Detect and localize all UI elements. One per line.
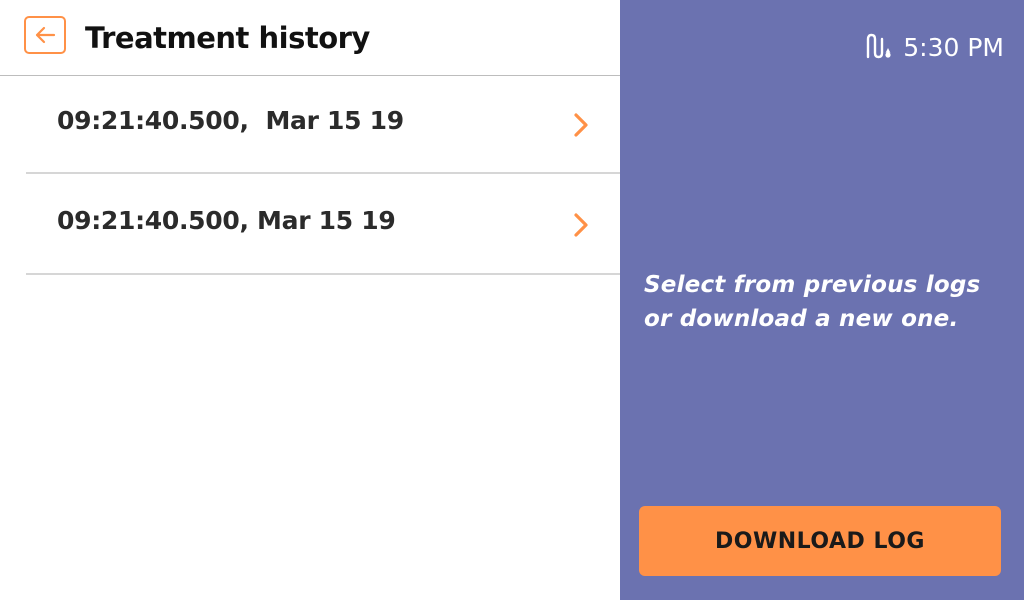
chevron-right-icon	[574, 113, 588, 137]
chevron-right-icon	[574, 213, 588, 237]
log-list: 09:21:40.500, Mar 15 19 09:21:40.500, Ma…	[26, 76, 620, 275]
download-log-button[interactable]: DOWNLOAD LOG	[639, 506, 1001, 576]
download-log-label: DOWNLOAD LOG	[715, 528, 925, 554]
back-button[interactable]	[24, 16, 66, 54]
log-entry-label: 09:21:40.500, Mar 15 19	[57, 106, 404, 135]
status-time: 5:30 PM	[903, 32, 1004, 62]
log-entry[interactable]: 09:21:40.500, Mar 15 19	[26, 76, 620, 174]
instruction-text: Select from previous logs or download a …	[644, 272, 981, 332]
log-list-panel: Treatment history 09:21:40.500, Mar 15 1…	[0, 0, 620, 600]
info-panel: 5:30 PM Select from previous logs or dow…	[620, 0, 1024, 600]
log-entry-label: 09:21:40.500, Mar 15 19	[57, 206, 396, 235]
log-entry[interactable]: 09:21:40.500, Mar 15 19	[26, 174, 620, 275]
header: Treatment history	[0, 0, 620, 76]
connection-status-icon	[867, 33, 891, 59]
arrow-left-icon	[35, 26, 56, 44]
status-bar: 5:30 PM	[865, 33, 1004, 61]
page-title: Treatment history	[85, 21, 370, 55]
